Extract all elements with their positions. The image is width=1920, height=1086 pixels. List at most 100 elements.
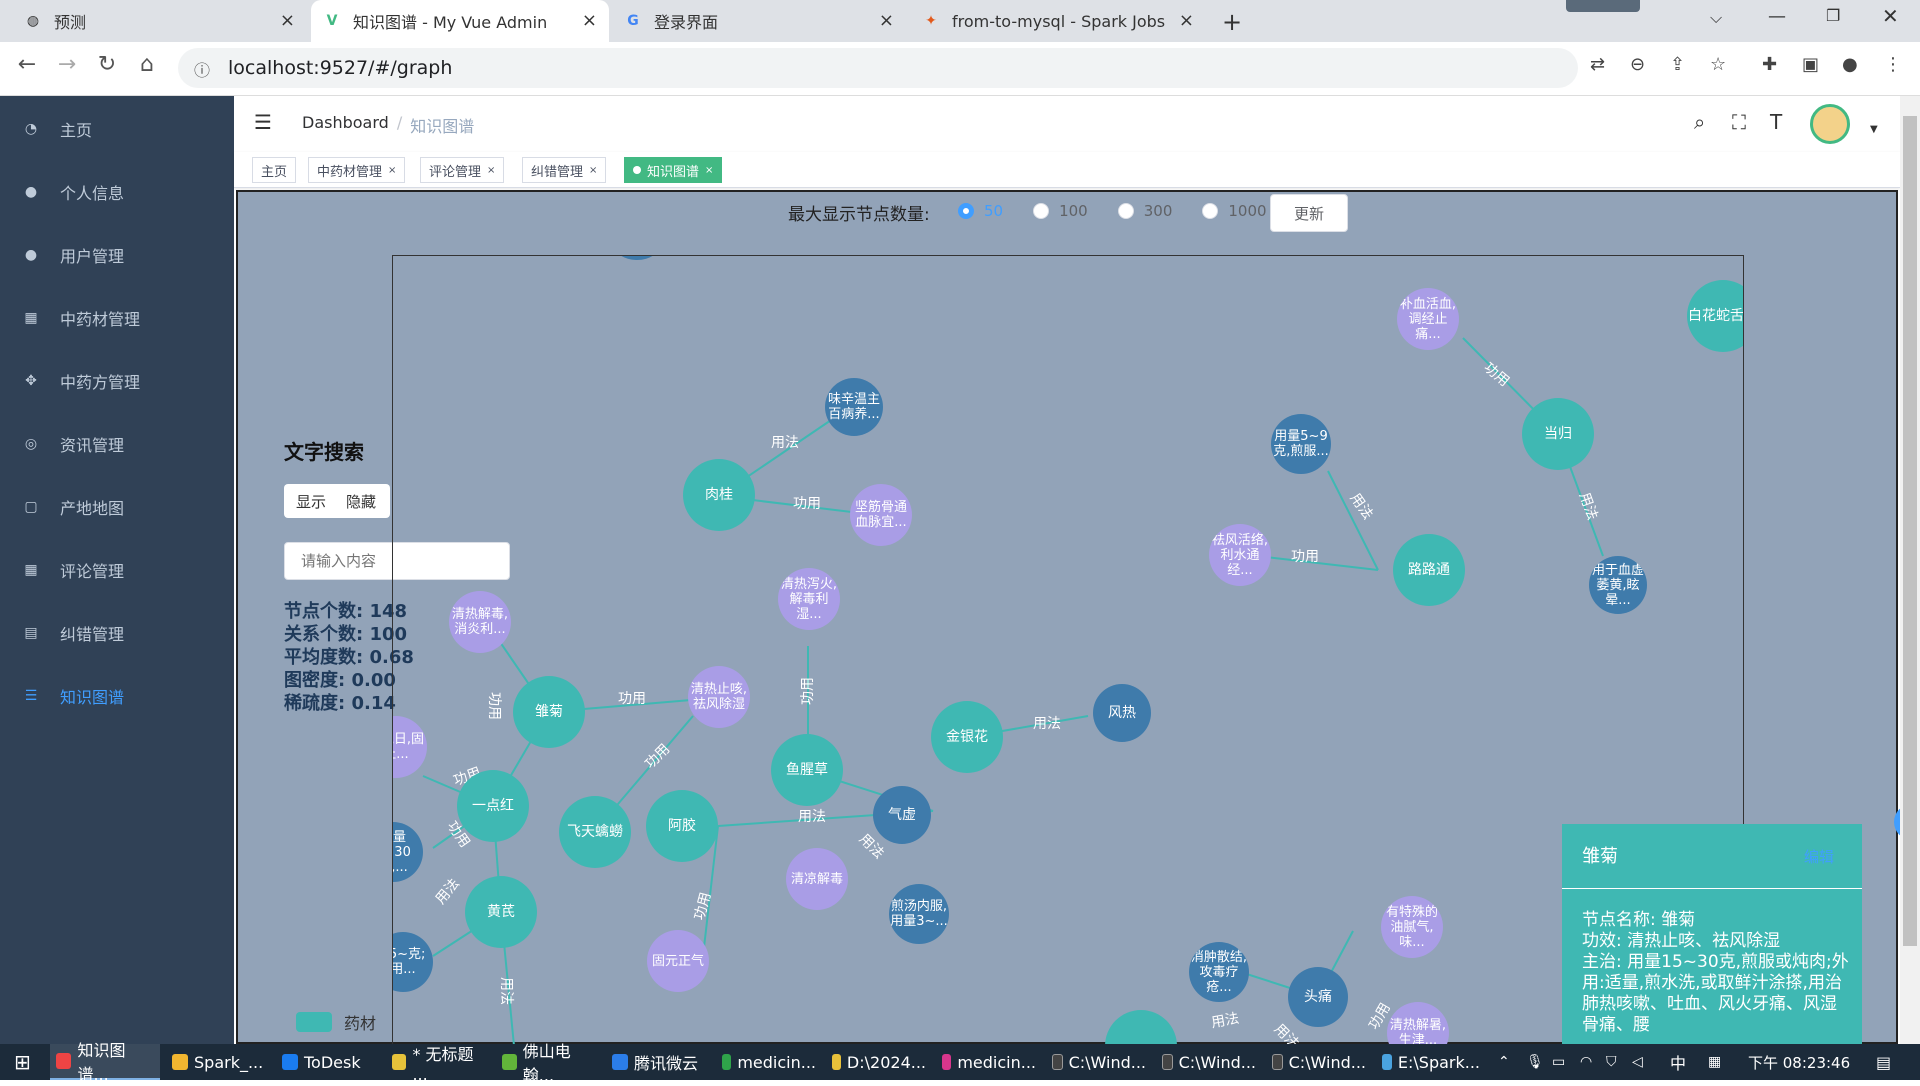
graph-node-qingliang[interactable]: 清凉解毒 bbox=[786, 848, 848, 910]
caret-down-icon[interactable]: ▼ bbox=[1870, 124, 1878, 135]
restore-button[interactable]: ❐ bbox=[1826, 6, 1840, 25]
back-button[interactable]: ← bbox=[10, 52, 44, 77]
browser-tab-login[interactable]: G 登录界面 × bbox=[612, 0, 906, 42]
taskbar-item[interactable]: * 无标题 ... bbox=[386, 1044, 492, 1084]
tag-home[interactable]: 主页 bbox=[252, 157, 297, 183]
graph-node-rougui[interactable]: 肉桂 bbox=[683, 459, 755, 531]
taskbar-item[interactable]: C:\Wind... bbox=[1156, 1044, 1262, 1080]
keyboard-icon[interactable]: ▦ bbox=[1702, 1044, 1727, 1080]
taskbar-item[interactable]: 知识图谱... bbox=[50, 1041, 160, 1084]
minimize-button[interactable]: — bbox=[1768, 6, 1786, 27]
font-size-icon[interactable]: T bbox=[1770, 110, 1782, 134]
graph-node-jinyinhua[interactable]: 金银花 bbox=[931, 701, 1003, 773]
close-icon[interactable]: × bbox=[280, 10, 295, 31]
graph-node-weixin[interactable]: 味辛温主百病养... bbox=[825, 378, 883, 436]
close-icon[interactable]: × bbox=[487, 165, 495, 176]
share-icon[interactable]: ⇪ bbox=[1670, 54, 1685, 75]
close-icon[interactable]: × bbox=[582, 10, 597, 31]
avatar[interactable] bbox=[1810, 104, 1850, 144]
edit-link[interactable]: 编辑 bbox=[1804, 846, 1834, 867]
hamburger-icon[interactable]: ☰ bbox=[254, 110, 272, 134]
taskbar-item[interactable]: E:\Spark... bbox=[1376, 1044, 1486, 1080]
sidebar-item-graph[interactable]: ☰ 知识图谱 bbox=[0, 671, 234, 721]
windows-start-icon[interactable]: ⊞ bbox=[8, 1044, 37, 1080]
home-button[interactable]: ⌂ bbox=[130, 52, 164, 77]
browser-tab-spark[interactable]: ✦ from-to-mysql - Spark Jobs × bbox=[910, 0, 1206, 42]
graph-node-feitian[interactable]: 飞天蠄蟧 bbox=[559, 796, 631, 868]
graph-node-lulutong[interactable]: 路路通 bbox=[1393, 534, 1465, 606]
taskbar-item[interactable]: medicin... bbox=[716, 1044, 822, 1080]
sidebar-item-comments[interactable]: ▦ 评论管理 bbox=[0, 545, 234, 595]
extensions-icon[interactable]: ✚ bbox=[1762, 54, 1777, 75]
sidebar-item-users[interactable]: ● 用户管理 bbox=[0, 230, 234, 280]
clock[interactable]: 下午 08:23:46 bbox=[1742, 1044, 1856, 1080]
taskbar-item[interactable]: 腾讯微云 bbox=[606, 1044, 712, 1080]
graph-node-toutong[interactable]: 头痛 bbox=[1288, 967, 1348, 1027]
sidebar-item-profile[interactable]: ● 个人信息 bbox=[0, 167, 234, 217]
graph-node-qixu[interactable]: 气虚 bbox=[873, 786, 931, 844]
graph-node-jianjin[interactable]: 坚筋骨通血脉宜... bbox=[850, 484, 912, 546]
new-tab-button[interactable]: + bbox=[1222, 8, 1242, 36]
graph-node-buxue[interactable]: 补血活血,调经止痛... bbox=[1397, 288, 1459, 350]
breadcrumb-dashboard[interactable]: Dashboard bbox=[302, 113, 389, 137]
fullscreen-icon[interactable]: ⛶ bbox=[1732, 110, 1746, 134]
graph-node-qingre-xiehuo[interactable]: 清热泻火,解毒利湿... bbox=[778, 568, 840, 630]
close-window-button[interactable]: ✕ bbox=[1882, 4, 1899, 28]
close-icon[interactable]: × bbox=[1179, 10, 1194, 31]
tag-corrections[interactable]: 纠错管理 × bbox=[522, 157, 607, 183]
taskbar-item[interactable]: 佛山电翰... bbox=[496, 1042, 602, 1085]
profile-icon[interactable]: ● bbox=[1842, 54, 1858, 75]
close-icon[interactable]: × bbox=[388, 165, 396, 176]
hide-button[interactable]: 隐藏 bbox=[346, 491, 376, 512]
volume-icon[interactable]: ◁ bbox=[1626, 1044, 1649, 1080]
tag-graph[interactable]: 知识图谱 × bbox=[624, 157, 723, 183]
tag-herbs[interactable]: 中药材管理 × bbox=[308, 157, 406, 183]
taskbar-item[interactable]: C:\Wind... bbox=[1046, 1044, 1152, 1080]
browser-tab-predict[interactable]: ◍ 预测 × bbox=[12, 0, 307, 42]
forward-button[interactable]: → bbox=[50, 52, 84, 77]
show-button[interactable]: 显示 bbox=[296, 491, 326, 512]
graph-node-huangqi[interactable]: 黄芪 bbox=[465, 876, 537, 948]
graph-node-guyuan[interactable]: 固元正气 bbox=[647, 930, 709, 992]
radio-50[interactable] bbox=[958, 203, 974, 219]
sidebar-item-prescriptions[interactable]: ✥ 中药方管理 bbox=[0, 356, 234, 406]
zoom-icon[interactable]: ⊖ bbox=[1630, 54, 1645, 75]
close-icon[interactable]: × bbox=[705, 165, 713, 176]
sidebar-item-corrections[interactable]: ▤ 纠错管理 bbox=[0, 608, 234, 658]
taskbar-item[interactable]: medicin... bbox=[936, 1044, 1042, 1080]
star-icon[interactable]: ☆ bbox=[1710, 54, 1726, 75]
search-icon[interactable]: ⌕ bbox=[1694, 110, 1705, 134]
graph-node-ejiao[interactable]: 阿胶 bbox=[646, 790, 718, 862]
taskbar-item[interactable]: ToDesk bbox=[276, 1044, 382, 1080]
graph-node-yongyu[interactable]: 用于血虚萎黄,眩晕... bbox=[1589, 556, 1647, 614]
radio-100[interactable] bbox=[1033, 203, 1050, 219]
graph-node-youtese[interactable]: 有特殊的油腻气,味... bbox=[1381, 896, 1443, 958]
sidepanel-icon[interactable]: ▣ bbox=[1802, 54, 1819, 75]
taskbar-item[interactable]: C:\Wind... bbox=[1266, 1044, 1372, 1080]
notification-icon[interactable]: ▤ bbox=[1870, 1044, 1897, 1080]
ime-indicator[interactable]: 中 bbox=[1664, 1044, 1692, 1080]
knowledge-graph-canvas[interactable]: 用法 功用 功用 功用 功用 用法 功用 功用 用法 用法 用法 功用 用法 功… bbox=[392, 255, 1744, 1055]
taskbar-item[interactable]: Spark_... bbox=[166, 1044, 272, 1080]
wifi-icon[interactable]: ◠ bbox=[1574, 1044, 1598, 1080]
shield-icon[interactable]: ⛉ bbox=[1600, 1044, 1623, 1080]
taskbar-item[interactable]: D:\2024... bbox=[826, 1044, 932, 1080]
radio-1000[interactable] bbox=[1202, 203, 1219, 219]
menu-dots-icon[interactable]: ⋮ bbox=[1884, 54, 1902, 75]
update-button[interactable]: 更新 bbox=[1270, 194, 1348, 232]
battery-icon[interactable]: ▭ bbox=[1546, 1044, 1571, 1080]
sidebar-item-map[interactable]: ▢ 产地地图 bbox=[0, 482, 234, 532]
graph-node-yuxingcao[interactable]: 鱼腥草 bbox=[771, 734, 843, 806]
sidebar-item-herbs[interactable]: ▦ 中药材管理 bbox=[0, 293, 234, 343]
scrollbar-thumb[interactable] bbox=[1903, 116, 1917, 946]
sidebar-item-news[interactable]: ◎ 资讯管理 bbox=[0, 419, 234, 469]
close-icon[interactable]: × bbox=[879, 10, 894, 31]
graph-node-jiantang[interactable]: 煎汤内服,用量3~... bbox=[889, 884, 949, 944]
close-icon[interactable]: × bbox=[589, 165, 597, 176]
chevron-down-icon[interactable]: ⌵ bbox=[1710, 8, 1722, 28]
graph-node-qingre-jiedu[interactable]: 清热解毒,消炎利... bbox=[449, 591, 511, 653]
sidebar-item-home[interactable]: ◔ 主页 bbox=[0, 104, 234, 154]
graph-node-chuju[interactable]: 雏菊 bbox=[513, 676, 585, 748]
tag-comments[interactable]: 评论管理 × bbox=[420, 157, 505, 183]
browser-tab-knowledge-graph[interactable]: V 知识图谱 - My Vue Admin × bbox=[311, 0, 609, 42]
